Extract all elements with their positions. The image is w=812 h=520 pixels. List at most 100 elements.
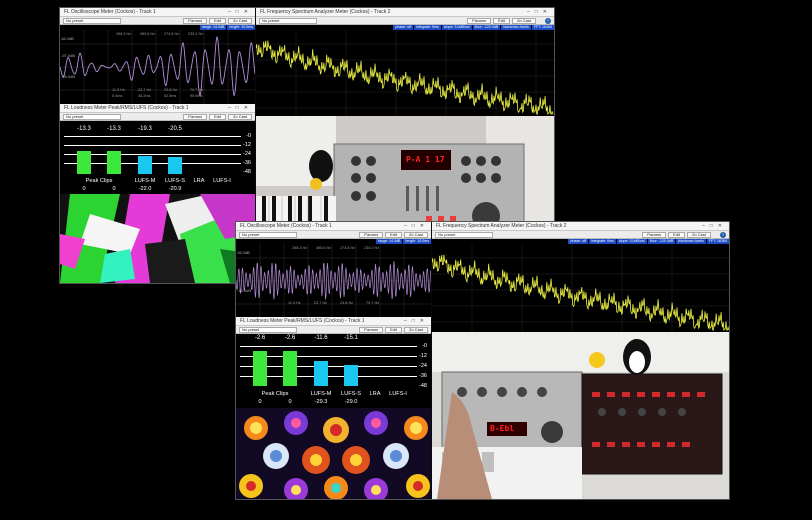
db-label-mid: -97.0dB (61, 53, 76, 58)
preset-dropdown[interactable]: No preset (435, 232, 493, 238)
zero-crossing-button[interactable]: Zo Cast (403, 232, 428, 238)
freq-label: 79.7 Hz (366, 301, 380, 305)
window-title: FL Frequency Spectrum Analyzer Meter (Co… (260, 9, 391, 15)
plugin-toolbar: No preset Params Edit Zo Cast (236, 326, 431, 334)
spectrum-plot (432, 244, 729, 332)
window-titlebar[interactable]: FL Loudness Meter Peak/RMS/LUFS (Cockos)… (60, 104, 255, 113)
minimize-icon[interactable]: – (702, 223, 710, 229)
zero-crossing-button[interactable]: Zo Cast (511, 18, 536, 24)
window-controls[interactable]: –□✕ (228, 104, 253, 112)
freq-label: 23.7 Hz (314, 301, 328, 305)
window-controls[interactable]: –□✕ (404, 222, 429, 230)
db-tick: -24 (419, 363, 427, 369)
close-icon[interactable]: ✕ (420, 318, 429, 324)
zero-crossing-button[interactable]: Zo Cast (227, 18, 252, 24)
window-titlebar[interactable]: FL Oscilloscope Meter (Cockos) - Track 1… (60, 8, 255, 17)
peak-value: -2.6 (254, 335, 266, 341)
preset-dropdown[interactable]: No preset (239, 327, 297, 333)
params-button[interactable]: Params (642, 232, 667, 238)
lufs-m-bar (138, 155, 152, 174)
freq-label: 23.8 Hz (164, 88, 178, 92)
close-icon[interactable]: ✕ (420, 223, 429, 229)
freq-label: 268.3 Hz (116, 32, 132, 36)
window-title: FL Loudness Meter Peak/RMS/LUFS (Cockos)… (240, 318, 365, 324)
preset-dropdown[interactable]: No preset (259, 18, 317, 24)
plugin-toolbar: No preset Params Edit Zo Cast (236, 231, 431, 239)
close-icon[interactable]: ✕ (244, 105, 253, 111)
help-icon[interactable]: ? (545, 18, 551, 24)
spectrum-graph (256, 30, 554, 116)
bottom-window-set: FL Oscilloscope Meter (Cockos) - Track 1… (236, 222, 729, 499)
db-label-bot: -16.0dB (61, 74, 76, 79)
preset-dropdown[interactable]: No preset (63, 114, 121, 120)
maximize-icon[interactable]: □ (236, 9, 244, 15)
zero-crossing-button[interactable]: Zo Cast (686, 232, 711, 238)
meter-label: LUFS-S (165, 178, 185, 184)
maximize-icon[interactable]: □ (236, 105, 244, 111)
params-button[interactable]: Params (359, 327, 384, 333)
kaleidoscope-video-frame (236, 408, 431, 499)
peak-value: -11.6 (314, 335, 328, 341)
window-controls[interactable]: –□✕ (228, 8, 253, 16)
lufs-m-bar (314, 360, 328, 386)
synth-display: B-Ebl (490, 424, 515, 433)
synth-photo: B-Ebl (432, 332, 729, 499)
minimize-icon[interactable]: – (228, 9, 236, 15)
time-label: 95.9ms (190, 94, 203, 98)
glitch-video-frame (60, 194, 255, 283)
freq-label: 274.8 Hz (164, 32, 180, 36)
window-titlebar[interactable]: FL Loudness Meter Peak/RMS/LUFS (Cockos)… (236, 317, 431, 326)
edit-button[interactable]: Edit (668, 232, 685, 238)
edit-button[interactable]: Edit (385, 232, 402, 238)
loudness-pane: -13.3 -13.3 -19.3 -20.5 -0 -12 -24 -36 -… (60, 122, 255, 194)
params-button[interactable]: Params (359, 232, 384, 238)
zero-crossing-button[interactable]: Zo Cast (403, 327, 428, 333)
minimize-icon[interactable]: – (527, 9, 535, 15)
db-tick: -36 (243, 160, 251, 166)
freq-label: 23.8 Hz (340, 301, 354, 305)
window-titlebar[interactable]: FL Oscilloscope Meter (Cockos) - Track 1… (236, 222, 431, 231)
close-icon[interactable]: ✕ (543, 9, 552, 15)
db-tick: -12 (243, 142, 251, 148)
spectrum-analyzer-window: FL Frequency Spectrum Analyzer Meter (Co… (432, 222, 729, 332)
minimize-icon[interactable]: – (404, 223, 412, 229)
minimize-icon[interactable]: – (404, 318, 412, 324)
scale-line (240, 346, 417, 347)
peak-value: -19.3 (138, 126, 152, 132)
edit-button[interactable]: Edit (209, 18, 226, 24)
maximize-icon[interactable]: □ (412, 223, 420, 229)
meter-bars (236, 348, 376, 386)
freq-label: 235.2 Hz (364, 246, 380, 250)
minimize-icon[interactable]: – (228, 105, 236, 111)
window-controls[interactable]: –□✕ (527, 8, 552, 16)
peak-value: -13.3 (77, 126, 91, 132)
freq-label: 268.3 Hz (292, 246, 308, 250)
params-button[interactable]: Params (467, 18, 492, 24)
maximize-icon[interactable]: □ (412, 318, 420, 324)
help-icon[interactable]: ? (720, 232, 726, 238)
meter-label: Peak Clips (85, 178, 113, 184)
maximize-icon[interactable]: □ (535, 9, 543, 15)
clip-count: 0 (82, 186, 86, 192)
db-tick: -0 (246, 133, 251, 139)
window-titlebar[interactable]: FL Frequency Spectrum Analyzer Meter (Co… (432, 222, 729, 231)
close-icon[interactable]: ✕ (244, 9, 253, 15)
meter-label: LUFS-M (134, 178, 156, 184)
oscilloscope-plot: 16.0dB -16.0dB 268.3 Hz 365.6 Hz 274.8 H… (236, 244, 431, 317)
params-button[interactable]: Params (183, 114, 208, 120)
edit-button[interactable]: Edit (209, 114, 226, 120)
meter-label: LRA (193, 178, 205, 184)
params-button[interactable]: Params (183, 18, 208, 24)
peak-bar (253, 351, 267, 386)
window-titlebar[interactable]: FL Frequency Spectrum Analyzer Meter (Co… (256, 8, 554, 17)
zero-crossing-button[interactable]: Zo Cast (227, 114, 252, 120)
window-controls[interactable]: –□✕ (404, 317, 429, 325)
preset-dropdown[interactable]: No preset (239, 232, 297, 238)
edit-button[interactable]: Edit (385, 327, 402, 333)
close-icon[interactable]: ✕ (718, 223, 727, 229)
maximize-icon[interactable]: □ (710, 223, 718, 229)
lufs-m-value: -22.0 (138, 186, 152, 192)
edit-button[interactable]: Edit (493, 18, 510, 24)
window-controls[interactable]: –□✕ (702, 222, 727, 230)
preset-dropdown[interactable]: No preset (63, 18, 121, 24)
